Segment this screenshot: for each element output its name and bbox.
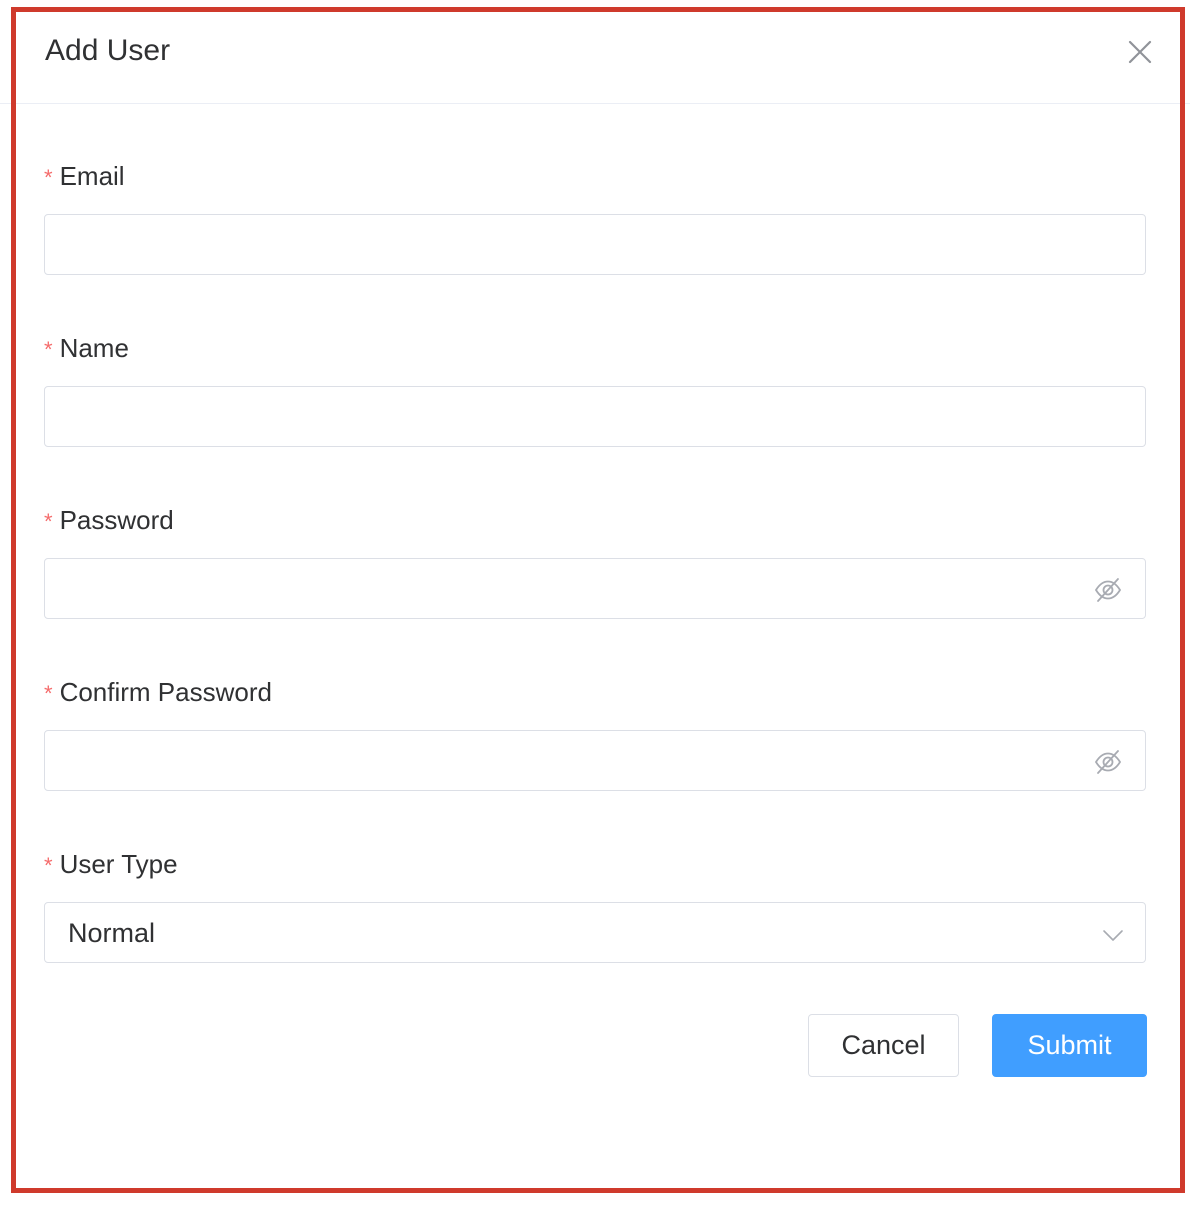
- email-field[interactable]: [45, 215, 1145, 274]
- header-divider: [0, 103, 1190, 104]
- confirm-password-field-wrapper: [44, 730, 1146, 791]
- name-field-wrapper: [44, 386, 1146, 447]
- confirm-password-field[interactable]: [45, 731, 1145, 790]
- close-icon: [1128, 40, 1152, 64]
- close-button[interactable]: [1120, 32, 1160, 72]
- required-mark: *: [44, 337, 53, 362]
- name-field[interactable]: [45, 387, 1145, 446]
- required-mark: *: [44, 165, 53, 190]
- password-field[interactable]: [45, 559, 1145, 618]
- required-mark: *: [44, 853, 53, 878]
- eye-off-icon[interactable]: [1093, 747, 1123, 777]
- password-label: * Password: [44, 505, 174, 535]
- dialog-title: Add User: [45, 34, 171, 67]
- required-mark: *: [44, 509, 53, 534]
- confirm-password-label: * Confirm Password: [44, 677, 272, 707]
- email-field-wrapper: [44, 214, 1146, 275]
- eye-off-icon[interactable]: [1093, 575, 1123, 605]
- name-label: * Name: [44, 333, 129, 363]
- cancel-button[interactable]: Cancel: [808, 1014, 959, 1077]
- user-type-label: * User Type: [44, 849, 178, 879]
- user-type-selected-value: Normal: [68, 918, 156, 948]
- user-type-select[interactable]: Normal: [44, 902, 1146, 963]
- required-mark: *: [44, 681, 53, 706]
- chevron-down-icon: [1103, 930, 1123, 941]
- email-label: * Email: [44, 161, 125, 191]
- add-user-dialog: Add User * Email * Name * Password * Confirm…: [0, 0, 1190, 1206]
- submit-button[interactable]: Submit: [992, 1014, 1147, 1077]
- password-field-wrapper: [44, 558, 1146, 619]
